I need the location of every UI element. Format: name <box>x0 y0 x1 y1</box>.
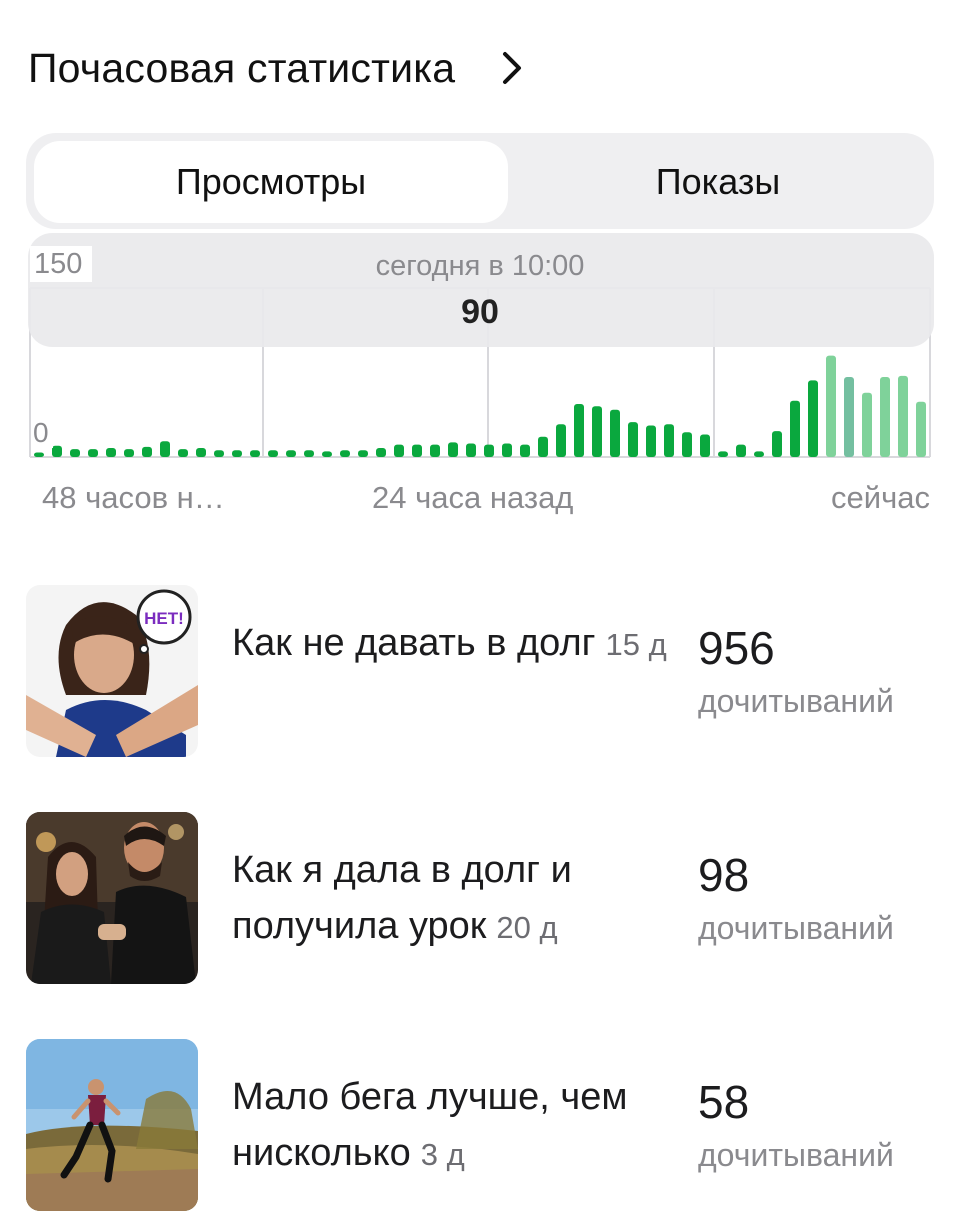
chart-bar[interactable] <box>610 409 620 457</box>
article-title-block[interactable]: Как не давать в долг 15 д <box>232 615 672 673</box>
chart-bar[interactable] <box>178 449 188 457</box>
article-item[interactable]: НЕТ! Как не давать в долг 15 д 956 дочиты… <box>26 585 946 760</box>
reads-count: 58 <box>698 1076 750 1128</box>
chart-bar[interactable] <box>808 380 818 457</box>
article-item[interactable]: Как я дала в долг и получила урок 20 д 98… <box>26 812 946 987</box>
reads-count: 98 <box>698 849 750 901</box>
article-age: 3 д <box>420 1137 465 1172</box>
chart-bar[interactable] <box>376 448 386 457</box>
chart-bar[interactable] <box>538 436 548 457</box>
chart-bar[interactable] <box>124 449 134 457</box>
chart-bar[interactable] <box>520 444 530 457</box>
chart-bar[interactable] <box>502 443 512 458</box>
chart-bar[interactable] <box>304 450 314 457</box>
chart-bar[interactable] <box>898 375 908 457</box>
chart-bar[interactable] <box>592 406 602 457</box>
chart-bar[interactable] <box>268 450 278 457</box>
article-thumbnail <box>26 1039 198 1211</box>
x-axis-labels: 48 часов н… 24 часа назад сейчас <box>0 480 969 530</box>
article-item[interactable]: Мало бега лучше, чем нисколько 3 д 58 доч… <box>26 1039 946 1214</box>
reads-unit: дочитываний <box>698 683 894 719</box>
chart-bar[interactable] <box>142 446 152 457</box>
chart-bar[interactable] <box>34 452 44 458</box>
chart-bar[interactable] <box>628 422 638 457</box>
article-thumbnail <box>26 812 198 984</box>
chart-bar[interactable] <box>736 444 746 457</box>
chart-bar[interactable] <box>862 392 872 457</box>
chart-bar[interactable] <box>88 449 98 457</box>
chart-bar[interactable] <box>664 424 674 457</box>
article-age: 20 д <box>496 910 558 945</box>
chart-bar[interactable] <box>430 444 440 457</box>
y-min-label: 0 <box>33 417 49 448</box>
x-label-24h: 24 часа назад <box>372 480 574 515</box>
article-title-block[interactable]: Мало бега лучше, чем нисколько 3 д <box>232 1069 672 1183</box>
chart-bar[interactable] <box>286 450 296 457</box>
woman-thumbnail-image: НЕТ! <box>26 585 198 757</box>
tooltip-value: 90 <box>461 293 499 331</box>
chart-bar[interactable] <box>718 451 728 457</box>
chart-bar[interactable] <box>790 400 800 457</box>
hourly-chart[interactable]: 150 сегодня в 10:00 90 0 <box>0 230 969 490</box>
chart-bar[interactable] <box>466 443 476 458</box>
chart-svg: 150 сегодня в 10:00 90 0 <box>28 233 934 458</box>
chart-bar[interactable] <box>844 377 854 457</box>
chart-bar[interactable] <box>484 444 494 457</box>
header[interactable]: Почасовая статистика <box>28 38 533 98</box>
reads-count: 956 <box>698 622 775 674</box>
chart-bar[interactable] <box>412 444 422 457</box>
chart-bar[interactable] <box>880 377 890 457</box>
chart-bar[interactable] <box>340 450 350 457</box>
chart-bar[interactable] <box>394 444 404 457</box>
chart-bar[interactable] <box>160 441 170 457</box>
reads-unit: дочитываний <box>698 1137 894 1173</box>
chart-bar[interactable] <box>52 445 62 457</box>
reads-unit: дочитываний <box>698 910 894 946</box>
chart-bar[interactable] <box>322 451 332 457</box>
chart-bar[interactable] <box>646 425 656 458</box>
chart-bar[interactable] <box>214 450 224 457</box>
chart-bar[interactable] <box>448 442 458 457</box>
bars-group <box>34 355 926 458</box>
page-title: Почасовая статистика <box>28 44 456 91</box>
chart-bar[interactable] <box>916 401 926 457</box>
runner-thumbnail-image <box>26 1039 198 1211</box>
tab-impressions[interactable]: Показы <box>508 141 928 223</box>
tooltip-time: сегодня в 10:00 <box>376 250 585 282</box>
chart-bar[interactable] <box>70 449 80 457</box>
article-thumbnail: НЕТ! <box>26 585 198 757</box>
chart-bar[interactable] <box>700 434 710 458</box>
chart-bar[interactable] <box>196 448 206 457</box>
chart-bar[interactable] <box>358 450 368 457</box>
tabs: Просмотры Показы <box>26 133 934 229</box>
tab-views[interactable]: Просмотры <box>34 141 508 223</box>
chart-bar[interactable] <box>250 450 260 457</box>
chart-bar[interactable] <box>682 432 692 457</box>
y-max-label: 150 <box>34 248 82 280</box>
article-title-block[interactable]: Как я дала в долг и получила урок 20 д <box>232 842 672 956</box>
couple-thumbnail-image <box>26 812 198 984</box>
chart-bar[interactable] <box>556 424 566 457</box>
chart-bar[interactable] <box>754 451 764 457</box>
badge-text: НЕТ! <box>144 609 184 628</box>
chevron-right-icon[interactable] <box>493 48 533 88</box>
x-label-48h: 48 часов н… <box>42 480 225 515</box>
chart-bar[interactable] <box>826 355 836 457</box>
article-age: 15 д <box>605 627 667 662</box>
x-label-now: сейчас <box>831 480 930 515</box>
chart-bar[interactable] <box>106 448 116 457</box>
chart-bar[interactable] <box>772 431 782 457</box>
article-title[interactable]: Как не давать в долг <box>232 622 596 664</box>
chart-bar[interactable] <box>232 450 242 457</box>
chart-bar[interactable] <box>574 404 584 457</box>
